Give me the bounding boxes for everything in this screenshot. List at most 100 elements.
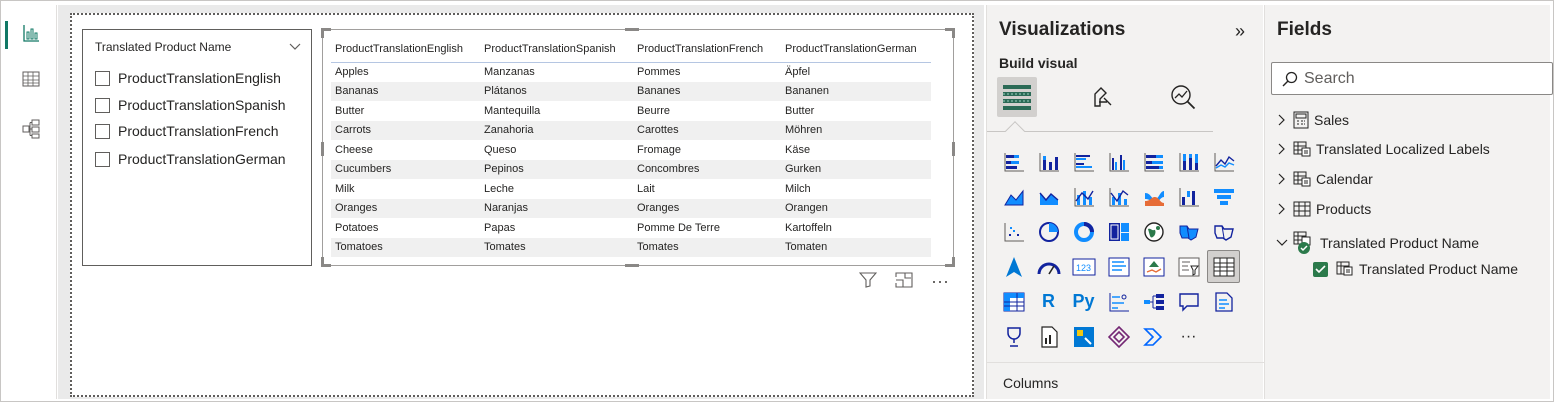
power-automate-icon[interactable]	[1102, 320, 1135, 353]
clustered-column-chart-icon[interactable]	[1102, 145, 1135, 178]
table-cell: Beurre	[637, 104, 671, 117]
pie-chart-icon[interactable]	[1032, 215, 1065, 248]
table-visual[interactable]: ProductTranslationEnglish ProductTransla…	[321, 28, 955, 267]
azure-map-icon[interactable]	[997, 250, 1030, 283]
resize-handle[interactable]	[321, 142, 324, 156]
slicer-item[interactable]: ProductTranslationFrench	[95, 123, 279, 139]
resize-handle[interactable]	[321, 257, 324, 267]
report-page[interactable]: Translated Product Name ProductTranslati…	[70, 13, 974, 397]
power-apps-icon[interactable]	[1067, 320, 1100, 353]
chevron-right-icon[interactable]	[1275, 203, 1289, 215]
slicer-icon[interactable]	[1172, 250, 1205, 283]
field-table-translated-localized-labels[interactable]: Translated Localized Labels	[1275, 141, 1490, 157]
resize-handle[interactable]	[625, 264, 639, 267]
key-influencers-icon[interactable]	[1102, 285, 1135, 318]
map-icon[interactable]	[1137, 215, 1170, 248]
slicer-item[interactable]: ProductTranslationGerman	[95, 151, 286, 167]
matrix-icon[interactable]	[997, 285, 1030, 318]
more-visuals-icon[interactable]: ···	[1172, 320, 1205, 353]
card-icon[interactable]: 123	[1067, 250, 1100, 283]
table-cell: Papas	[484, 221, 516, 234]
metrics-icon[interactable]	[997, 320, 1030, 353]
field-table-calendar[interactable]: Calendar	[1275, 171, 1373, 187]
scatter-chart-icon[interactable]	[997, 215, 1030, 248]
line-stacked-column-chart-icon[interactable]	[1102, 180, 1135, 213]
funnel-chart-icon[interactable]	[1207, 180, 1240, 213]
chevron-right-icon[interactable]	[1275, 143, 1289, 155]
build-visual-tab[interactable]	[997, 77, 1037, 117]
table-view-button[interactable]	[5, 59, 57, 99]
column-header[interactable]: ProductTranslationGerman	[781, 36, 931, 63]
search-input[interactable]: Search	[1271, 62, 1553, 95]
table-icon[interactable]	[1207, 250, 1240, 283]
filled-map-icon[interactable]	[1172, 215, 1205, 248]
decomposition-tree-icon[interactable]	[1137, 285, 1170, 318]
field-table-sales[interactable]: Sales	[1275, 111, 1349, 129]
table-row: Bananas Plátanos Bananes Bananen	[331, 81, 931, 101]
ribbon-chart-icon[interactable]	[1137, 180, 1170, 213]
smart-narrative-icon[interactable]	[1207, 285, 1240, 318]
stacked-column-chart-icon[interactable]	[1032, 145, 1065, 178]
more-options-icon[interactable]: ⋯	[931, 272, 950, 293]
slicer-title: Translated Product Name	[95, 40, 232, 54]
model-view-button[interactable]	[5, 109, 57, 149]
slicer-item[interactable]: ProductTranslationSpanish	[95, 97, 286, 113]
chevron-right-icon[interactable]	[1275, 173, 1289, 185]
qa-icon[interactable]	[1172, 285, 1205, 318]
table-row: Potatoes Papas Pomme De Terre Kartoffeln	[331, 218, 931, 238]
checkbox[interactable]	[95, 97, 110, 113]
multi-row-card-icon[interactable]	[1102, 250, 1135, 283]
resize-handle[interactable]	[952, 28, 955, 38]
line-clustered-column-chart-icon[interactable]	[1067, 180, 1100, 213]
table-row: Apples Manzanas Pommes Äpfel	[331, 62, 931, 82]
chevron-right-icon[interactable]	[1275, 114, 1289, 126]
checkbox-checked[interactable]	[1313, 261, 1328, 277]
checkbox[interactable]	[95, 123, 110, 139]
paginated-report-icon[interactable]	[1032, 320, 1065, 353]
line-chart-icon[interactable]	[1207, 145, 1240, 178]
clustered-bar-chart-icon[interactable]	[1067, 145, 1100, 178]
treemap-icon[interactable]	[1102, 215, 1135, 248]
filter-icon[interactable]	[858, 272, 878, 293]
format-visual-icon	[1094, 87, 1112, 107]
resize-handle[interactable]	[952, 142, 955, 156]
focus-mode-icon[interactable]	[895, 272, 913, 293]
column-header[interactable]: ProductTranslationFrench	[633, 36, 781, 63]
table-header-row: ProductTranslationEnglish ProductTransla…	[331, 36, 931, 63]
table-cell: Apples	[335, 66, 369, 78]
field-table-translated-product-name[interactable]: Translated Product Name	[1275, 231, 1479, 255]
resize-handle[interactable]	[625, 28, 639, 31]
report-view-button[interactable]	[5, 13, 57, 53]
r-visual-icon[interactable]: R	[1032, 285, 1065, 318]
python-visual-icon[interactable]: Py	[1067, 285, 1100, 318]
collapse-pane-icon[interactable]: »	[1235, 21, 1245, 42]
100-stacked-bar-chart-icon[interactable]	[1137, 145, 1170, 178]
waterfall-chart-icon[interactable]	[1172, 180, 1205, 213]
column-header[interactable]: ProductTranslationSpanish	[480, 36, 633, 63]
chevron-down-icon[interactable]	[289, 38, 301, 56]
analytics-tab[interactable]	[1163, 77, 1203, 117]
shape-map-icon[interactable]	[1207, 215, 1240, 248]
power-automate-flow-icon[interactable]	[1137, 320, 1170, 353]
column-header[interactable]: ProductTranslationEnglish	[331, 36, 480, 63]
format-visual-tab[interactable]	[1083, 77, 1123, 117]
resize-handle[interactable]	[952, 257, 955, 267]
checkbox[interactable]	[95, 70, 110, 86]
stacked-area-chart-icon[interactable]	[1032, 180, 1065, 213]
table-cell: Carrots	[331, 120, 480, 140]
100-stacked-column-chart-icon[interactable]	[1172, 145, 1205, 178]
slicer-item[interactable]: ProductTranslationEnglish	[95, 70, 281, 86]
donut-chart-icon[interactable]	[1067, 215, 1100, 248]
product-name-slicer[interactable]: Translated Product Name ProductTranslati…	[82, 29, 312, 266]
area-chart-icon[interactable]	[997, 180, 1030, 213]
chevron-down-icon[interactable]	[1275, 239, 1289, 247]
r-visual-label: R	[1042, 291, 1055, 311]
stacked-bar-chart-icon[interactable]	[997, 145, 1030, 178]
field-table-products[interactable]: Products	[1275, 201, 1371, 217]
resize-handle[interactable]	[321, 28, 324, 38]
kpi-icon[interactable]	[1137, 250, 1170, 283]
gauge-icon[interactable]	[1032, 250, 1065, 283]
field-table-label: Translated Localized Labels	[1316, 141, 1490, 157]
field-item-translated-product-name[interactable]: Translated Product Name	[1313, 261, 1518, 277]
checkbox[interactable]	[95, 151, 110, 167]
